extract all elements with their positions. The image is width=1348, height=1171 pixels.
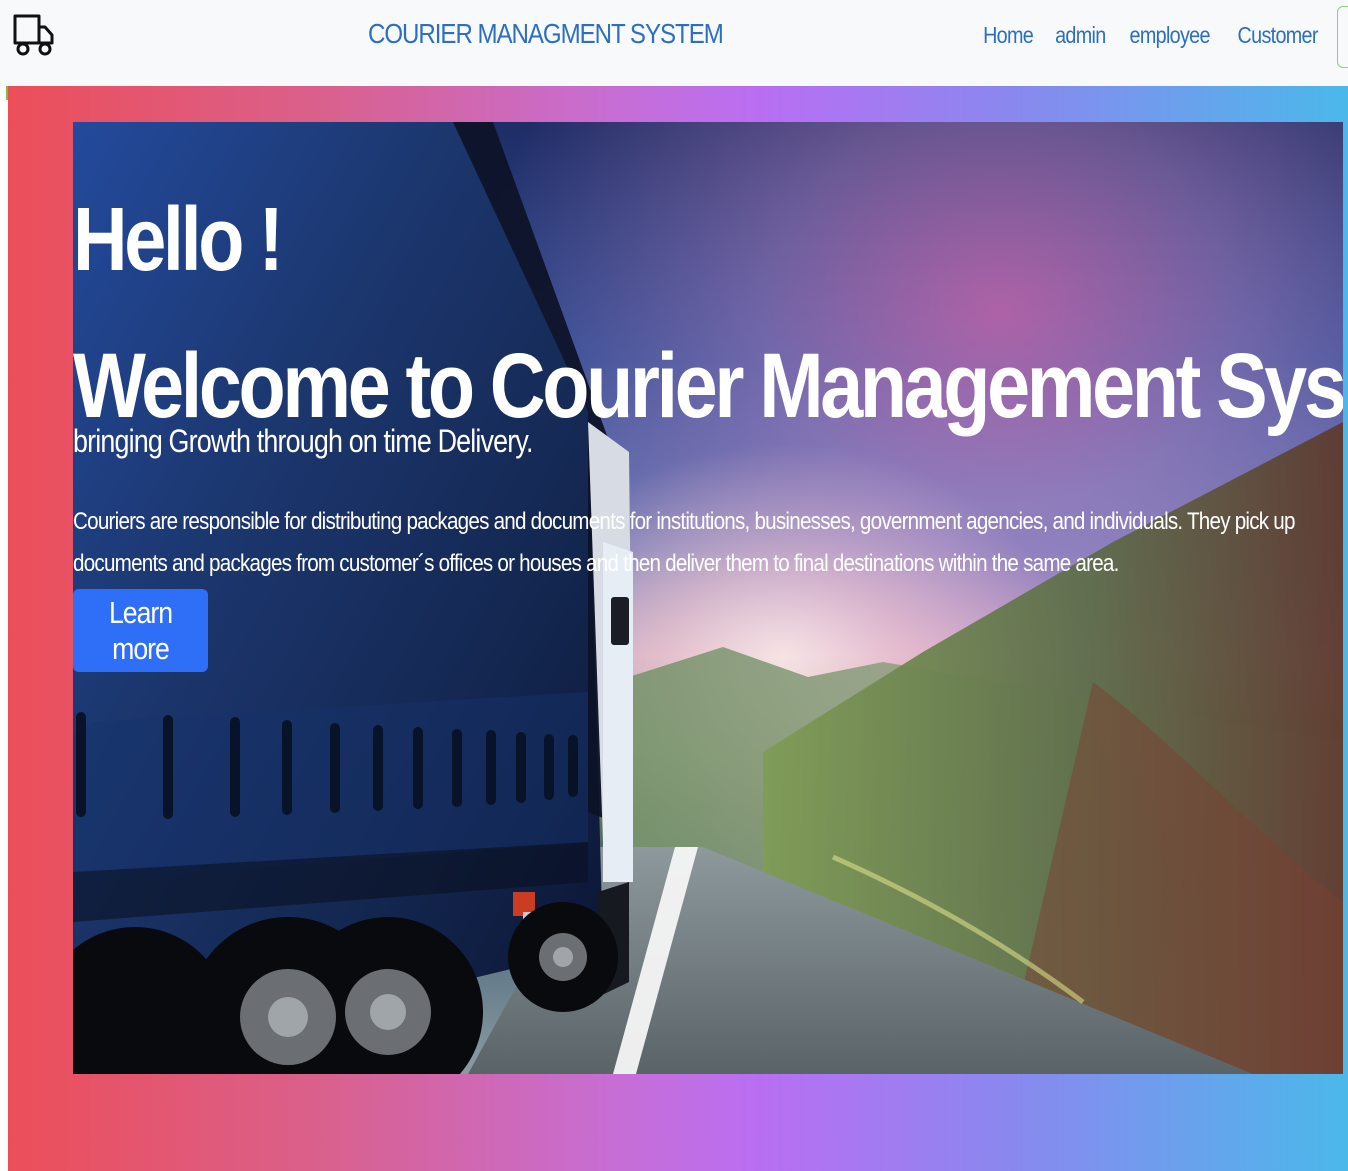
top-navbar: COURIER MANAGMENT SYSTEM Home admin empl…: [0, 0, 1348, 86]
nav-admin-link[interactable]: admin: [1055, 22, 1106, 49]
site-title[interactable]: COURIER MANAGMENT SYSTEM: [368, 18, 724, 50]
learn-more-label: Learn more: [108, 594, 173, 666]
hero-content: Hello ! Welcome to Courier Management Sy…: [73, 122, 1343, 1074]
hero-banner: Hello ! Welcome to Courier Management Sy…: [73, 122, 1343, 1074]
nav-customer-link[interactable]: Customer: [1237, 22, 1318, 49]
learn-more-button[interactable]: Learn more: [73, 589, 208, 672]
hello-heading: Hello !: [73, 190, 284, 291]
truck-icon: [13, 14, 54, 56]
nav-employee-link[interactable]: employee: [1130, 22, 1211, 49]
nav-home-link[interactable]: Home: [983, 22, 1034, 49]
partial-nav-button[interactable]: [1337, 6, 1348, 68]
nav-links: Home admin employee Customer: [979, 22, 1324, 49]
tagline-text: bringing Growth through on time Delivery…: [73, 423, 533, 459]
description-text: Couriers are responsible for distributin…: [73, 508, 1295, 577]
